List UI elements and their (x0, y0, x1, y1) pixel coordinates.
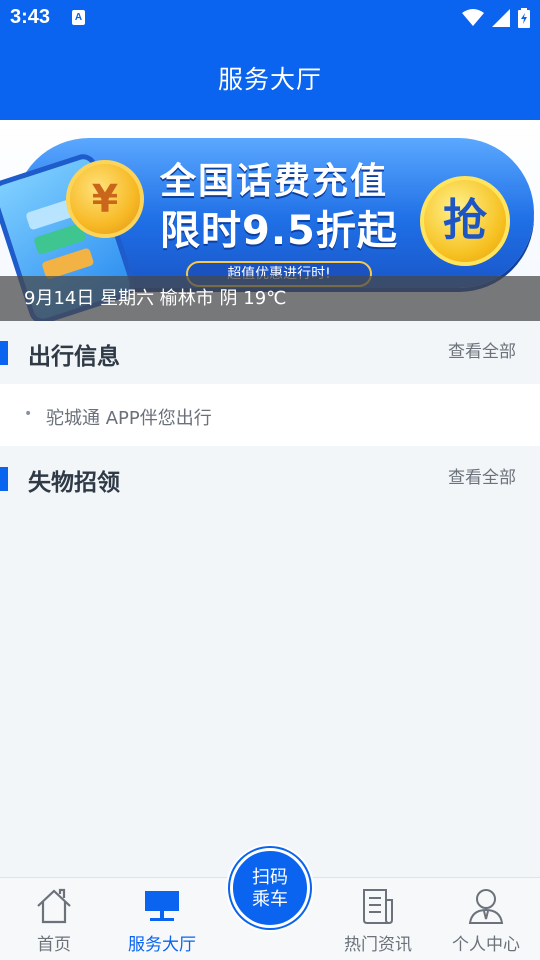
wifi-icon (462, 9, 484, 26)
nav-label-home: 首页 (37, 935, 71, 955)
nav-label-news: 热门资讯 (344, 935, 412, 955)
nav-item-news[interactable]: 热门资讯 (324, 878, 432, 960)
scan-ride-button[interactable]: 扫码 乘车 (230, 848, 310, 928)
lost-found-title: 失物招领 (28, 470, 120, 496)
bullet-icon: • (24, 406, 33, 422)
home-icon (37, 888, 71, 924)
nav-item-home[interactable]: 首页 (0, 878, 108, 960)
page-title: 服务大厅 (217, 65, 322, 94)
banner-subheadline: 限时9.5折起 (160, 208, 398, 254)
status-icons (462, 8, 530, 28)
nav-label-service-hall: 服务大厅 (128, 935, 196, 955)
battery-icon (518, 8, 530, 28)
travel-info-header: 出行信息 查看全部 (0, 321, 540, 383)
yuan-coin-icon: ¥ (66, 160, 144, 238)
section-accent-bar (0, 341, 8, 365)
service-hall-icon (145, 891, 179, 921)
app-header: 3:43 A 服务大厅 (0, 0, 540, 120)
status-time: 3:43 (10, 6, 51, 28)
status-bar: 3:43 A (0, 0, 540, 38)
nav-item-service-hall[interactable]: 服务大厅 (108, 878, 216, 960)
date-weather-caption: 9月14日 星期六 榆林市 阴 19℃ (0, 276, 540, 321)
lost-found-header: 失物招领 查看全部 (0, 447, 540, 509)
lost-found-view-all-link[interactable]: 查看全部 (448, 463, 516, 488)
grab-button[interactable]: 抢 (420, 176, 510, 266)
travel-info-title: 出行信息 (28, 344, 120, 370)
scan-ride-label-line2: 乘车 (252, 889, 288, 910)
banner-headline: 全国话费充值 (160, 161, 389, 202)
scan-ride-button-wrapper: 扫码 乘车 (226, 844, 314, 932)
list-item-text: 驼城通 APP伴您出行 (46, 408, 212, 429)
section-accent-bar (0, 467, 8, 491)
notification-app-icon: A (72, 10, 85, 25)
nav-label-profile: 个人中心 (452, 935, 520, 955)
travel-info-list: • 驼城通 APP伴您出行 (0, 384, 540, 446)
nav-item-profile[interactable]: 个人中心 (432, 878, 540, 960)
profile-icon (468, 889, 504, 924)
scan-ride-label-line1: 扫码 (252, 867, 288, 888)
travel-view-all-link[interactable]: 查看全部 (448, 337, 516, 362)
signal-icon (492, 9, 510, 27)
news-icon (363, 889, 393, 924)
